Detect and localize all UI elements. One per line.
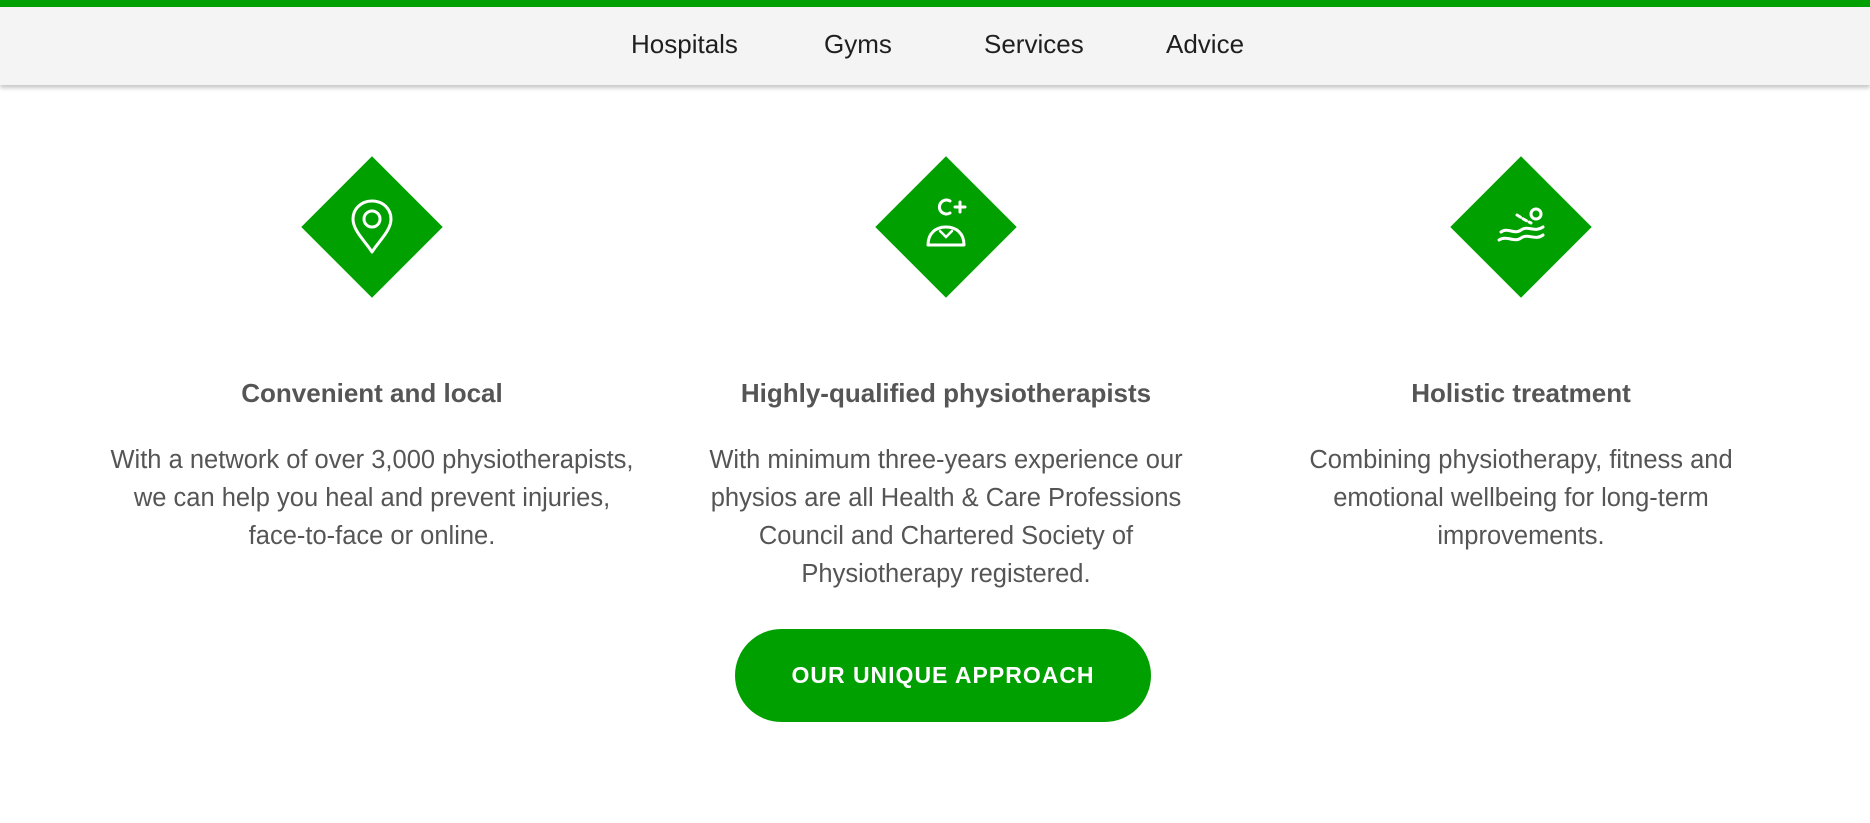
feature-icon-badge — [875, 156, 1017, 298]
our-unique-approach-button[interactable]: OUR UNIQUE APPROACH — [735, 629, 1151, 722]
feature-description: With minimum three-years experience our … — [709, 446, 1183, 589]
nav-link-advice[interactable]: Advice — [1166, 31, 1244, 57]
nav-link-services[interactable]: Services — [984, 31, 1084, 57]
qualified-physio-icon — [926, 198, 967, 247]
location-pin-icon — [351, 199, 393, 254]
feature-description: With a network of over 3,000 physiothera… — [110, 446, 634, 551]
feature-title: Convenient and local — [241, 378, 503, 408]
top-accent-bar — [0, 0, 1870, 7]
feature-holistic-treatment: Holistic treatment Combining physiothera… — [1251, 156, 1791, 555]
feature-title: Holistic treatment — [1411, 378, 1631, 408]
feature-icon-badge — [301, 156, 443, 298]
feature-icon-badge — [1450, 156, 1592, 298]
feature-qualified-physios: Highly-qualified physiotherapists With m… — [676, 156, 1216, 593]
main-navigation: Hospitals Gyms Services Advice — [0, 7, 1870, 85]
swimmer-icon — [1497, 207, 1545, 242]
feature-convenient-local: Convenient and local With a network of o… — [102, 156, 642, 555]
nav-link-gyms[interactable]: Gyms — [824, 31, 892, 57]
feature-title: Highly-qualified physiotherapists — [740, 378, 1152, 408]
feature-description: Combining physiotherapy, fitness and emo… — [1309, 446, 1733, 551]
nav-link-hospitals[interactable]: Hospitals — [631, 31, 738, 57]
